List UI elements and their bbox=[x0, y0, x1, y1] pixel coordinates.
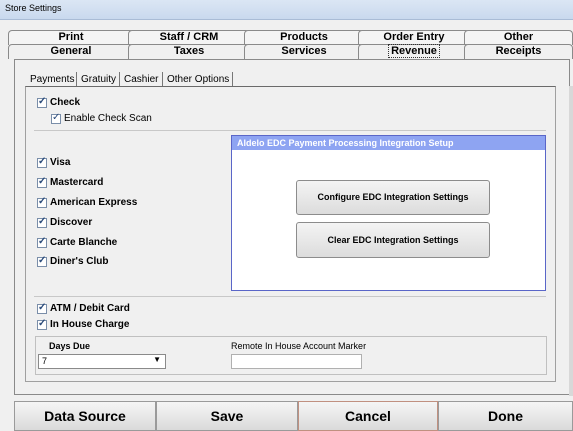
cancel-button[interactable]: Cancel bbox=[298, 401, 438, 431]
checkbox-checked-icon bbox=[37, 176, 47, 188]
clear-edc-button[interactable]: Clear EDC Integration Settings bbox=[296, 222, 490, 258]
enable-check-scan-checkbox[interactable]: Enable Check Scan bbox=[51, 112, 152, 124]
american-express-checkbox[interactable]: American Express bbox=[37, 196, 137, 208]
remote-marker-input[interactable] bbox=[231, 354, 362, 369]
window-title: Store Settings bbox=[0, 0, 573, 20]
checkbox-checked-icon bbox=[37, 318, 47, 330]
carte-blanche-checkbox[interactable]: Carte Blanche bbox=[37, 236, 117, 248]
tab-products[interactable]: Products bbox=[244, 30, 364, 45]
check-checkbox[interactable]: Check bbox=[37, 96, 80, 108]
discover-checkbox[interactable]: Discover bbox=[37, 216, 92, 228]
tab-row-bottom: General Taxes Services Revenue Receipts bbox=[8, 44, 573, 59]
checkbox-checked-icon bbox=[37, 96, 47, 108]
save-button[interactable]: Save bbox=[156, 401, 298, 431]
section-divider bbox=[34, 130, 546, 131]
checkbox-checked-icon bbox=[37, 236, 47, 248]
edc-panel-title: Aldelo EDC Payment Processing Integratio… bbox=[232, 136, 545, 150]
done-button[interactable]: Done bbox=[438, 401, 573, 431]
days-due-label: Days Due bbox=[49, 341, 91, 351]
checkbox-checked-icon bbox=[37, 255, 47, 267]
remote-marker-label: Remote In House Account Marker bbox=[231, 341, 367, 351]
checkbox-checked-icon bbox=[37, 196, 47, 208]
in-house-charge-checkbox[interactable]: In House Charge bbox=[37, 318, 129, 330]
tab-services[interactable]: Services bbox=[244, 44, 364, 59]
checkbox-checked-icon bbox=[37, 216, 47, 228]
tab-receipts[interactable]: Receipts bbox=[464, 44, 573, 59]
tab-other[interactable]: Other bbox=[464, 30, 573, 45]
tab-print[interactable]: Print bbox=[8, 30, 134, 45]
atm-debit-checkbox[interactable]: ATM / Debit Card bbox=[37, 302, 130, 314]
data-source-button[interactable]: Data Source bbox=[14, 401, 156, 431]
diners-club-checkbox[interactable]: Diner's Club bbox=[37, 255, 109, 267]
tab-general[interactable]: General bbox=[8, 44, 134, 59]
checkbox-checked-icon bbox=[37, 302, 47, 314]
tab-row-top: Print Staff / CRM Products Order Entry O… bbox=[8, 30, 573, 45]
section-divider bbox=[34, 296, 546, 297]
tab-taxes[interactable]: Taxes bbox=[128, 44, 250, 59]
days-due-select[interactable]: 7 ▼ bbox=[38, 354, 166, 369]
tab-staff-crm[interactable]: Staff / CRM bbox=[128, 30, 250, 45]
tab-revenue[interactable]: Revenue bbox=[358, 44, 470, 59]
dropdown-arrow-icon: ▼ bbox=[153, 355, 161, 364]
configure-edc-button[interactable]: Configure EDC Integration Settings bbox=[296, 180, 490, 215]
store-settings-window: Store Settings Print Staff / CRM Product… bbox=[0, 0, 573, 431]
scrollbar-edge[interactable] bbox=[569, 86, 573, 396]
visa-checkbox[interactable]: Visa bbox=[37, 156, 70, 168]
tab-order-entry[interactable]: Order Entry bbox=[358, 30, 470, 45]
checkbox-checked-icon bbox=[37, 156, 47, 168]
checkbox-checked-icon bbox=[51, 112, 61, 124]
mastercard-checkbox[interactable]: Mastercard bbox=[37, 176, 103, 188]
